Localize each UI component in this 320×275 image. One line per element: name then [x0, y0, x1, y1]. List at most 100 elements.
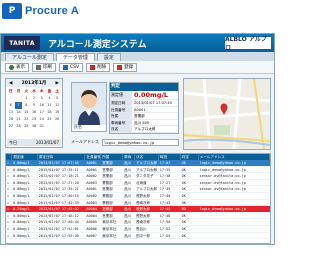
calendar-day[interactable]: 30 [30, 123, 38, 130]
table-row[interactable]: ☐ 0.00mg/L 2013/01/07 17:15:11 A0001 営業部 品川 アル… [6, 167, 270, 174]
table-row[interactable]: ☐ 0.00mg/L 2013/01/07 17:42:33 A0003 業務部 品川 長崎… [6, 200, 270, 207]
table-row[interactable]: ☐ 0.00mg/L 2013/01/07 17:07:45 A0001 営業部 品川 アル… [6, 160, 270, 167]
calendar-day[interactable]: 28 [15, 123, 23, 130]
table-row[interactable]: ☐ 0.00mg/L 2013/01/07 17:50:44 A0005 東京本社 品川長… [6, 219, 270, 226]
table-cell: 17:15 [159, 167, 171, 172]
result-header-label: 判定 [111, 84, 120, 89]
table-cell: 品川 [124, 174, 132, 179]
calendar-day[interactable]: 13 [7, 109, 15, 116]
calendar-day[interactable]: 12 [53, 102, 61, 109]
print-button[interactable]: 印刷 [32, 62, 56, 72]
table-cell: NG [181, 207, 186, 212]
table-cell: A0001 [86, 187, 97, 192]
result-header: 判定 [110, 83, 178, 91]
table-cell: 長野太郎 [135, 213, 150, 218]
table-row[interactable]: ☐ 0.00mg/L 2013/01/07 17:52:01 A0006 東京本社 品川長… [6, 226, 270, 233]
calendar-day[interactable]: 24 [38, 116, 46, 123]
table-cell: 0.00mg/L [12, 200, 30, 205]
table-cell: A0001 [86, 167, 97, 172]
calendar-day[interactable]: 9 [30, 102, 38, 109]
toolbar: 表示 印刷 CSV 削除 登録 [1, 61, 274, 74]
location-map[interactable] [183, 78, 271, 150]
records-table: 測定値 測定日時 社員番号 所属 車両 氏名 時刻 判定 メールアドレス ☐ 0.00mg/L 20… [5, 153, 271, 244]
calendar-prev-icon[interactable]: ◀ [9, 81, 12, 86]
calendar-day[interactable]: 2 [30, 95, 38, 102]
table-cell: 17:40 [159, 193, 171, 198]
table-cell: 0.25mg/L [12, 207, 30, 212]
calendar-day[interactable]: 6 [7, 102, 15, 109]
calendar-day[interactable]: 23 [30, 116, 38, 123]
calendar-day[interactable]: 29 [22, 123, 30, 130]
calendar-day [7, 95, 15, 102]
calendar-day[interactable]: 8 [22, 102, 30, 109]
table-row[interactable]: ☐ 0.00mg/L 2013/01/07 17:48:12 A0004 営業部 品川 長野… [6, 213, 270, 220]
table-cell: 0.00mg/L [12, 233, 30, 238]
table-row[interactable]: ☐ 0.25mg/L 2013/01/07 17:45:02 A0004 営業部 品川 長野… [6, 206, 270, 213]
table-row[interactable]: ☐ 0.00mg/L 2013/01/07 17:18:21 A0002 営業部 品川 タニ… [6, 173, 270, 180]
table-cell: 2013/01/07 17:42:33 [38, 200, 79, 205]
table-cell: 0.00mg/L [12, 167, 30, 172]
calendar: ◀ 2013年1月 ▶ 日月火水木金土 1 2 3 4 5 6 7 8 9 10 11 12 13 14 15… [5, 78, 63, 148]
table-cell: A0002 [86, 193, 97, 198]
tab-measure[interactable]: アルコール測定 [5, 53, 54, 61]
table-cell: 品川 [124, 207, 132, 212]
view-button[interactable]: 表示 [5, 62, 29, 72]
calendar-day[interactable]: 17 [38, 109, 46, 116]
table-cell: 長野太郎 [135, 207, 150, 212]
calendar-day[interactable]: 5 [53, 95, 61, 102]
result-key: 社員番号 [110, 106, 132, 112]
calendar-next-icon[interactable]: ▶ [56, 81, 59, 86]
result-value: 2013/01/07 17:07:45 [134, 101, 172, 105]
table-cell: 品川 [124, 226, 132, 231]
table-cell: 長野太郎 [135, 193, 150, 198]
calendar-day[interactable]: 7 [14, 102, 23, 109]
table-cell: 17:55 [159, 233, 171, 238]
calendar-day[interactable]: 4 [46, 95, 54, 102]
table-cell: 業務部 [102, 200, 113, 205]
table-cell: 2013/01/07 17:27:20 [38, 180, 79, 185]
calendar-day[interactable]: 20 [7, 116, 15, 123]
delete-button-label: 削除 [97, 65, 107, 70]
printer-icon [36, 64, 41, 70]
table-cell: 田中一郎 [135, 233, 150, 238]
table-cell: 品川 [124, 213, 132, 218]
calendar-day[interactable]: 3 [38, 95, 46, 102]
calendar-day[interactable]: 19 [53, 109, 61, 116]
view-icon [9, 64, 14, 70]
calendar-day[interactable]: 26 [53, 116, 61, 123]
calendar-weekday: 月 [16, 89, 21, 93]
tab-data-management[interactable]: データ管理 [55, 53, 95, 61]
table-row[interactable]: ☐ 0.00mg/L 2013/01/07 17:35:21 A0001 営業部 品川 アル… [6, 186, 270, 193]
calendar-day[interactable]: 18 [46, 109, 54, 116]
calendar-day[interactable]: 27 [7, 123, 15, 130]
delete-button[interactable]: 削除 [86, 62, 111, 72]
table-cell: 品川 [124, 233, 132, 238]
register-button[interactable]: 登録 [113, 62, 138, 72]
calendar-day[interactable]: 22 [22, 116, 30, 123]
table-cell: OK [181, 180, 186, 185]
calendar-day[interactable]: 1 [22, 95, 30, 102]
table-cell: OK [181, 233, 186, 238]
table-cell: OK [181, 226, 186, 231]
table-cell: OK [181, 167, 186, 172]
calendar-today-button[interactable]: 今日 [9, 140, 17, 146]
table-row[interactable]: ☐ 0.00mg/L 2013/01/07 17:27:20 A0003 業務部 品川 北海… [6, 180, 270, 187]
table-row[interactable]: ☐ 0.00mg/L 2013/01/07 17:55:30 A0007 東京本社 品川田… [6, 233, 270, 240]
calendar-day[interactable]: 31 [38, 123, 46, 130]
email-row: メールアドレス logic_demo@yahoo.co.jp [71, 138, 179, 146]
table-row[interactable]: ☐ 0.00mg/L 2013/01/07 17:40:15 A0002 業務部 品川 長野… [6, 193, 270, 200]
table-cell: 品川 [124, 161, 132, 165]
calendar-day[interactable]: 21 [15, 116, 23, 123]
calendar-day[interactable]: 25 [46, 116, 54, 123]
calendar-day[interactable]: 10 [38, 102, 46, 109]
calendar-day[interactable]: 11 [46, 102, 54, 109]
calendar-grid: 日月火水木金土 1 2 3 4 5 6 7 8 9 10 11 12 13 14 15 16 17 18 19 20 21… [6, 87, 62, 131]
tab-settings[interactable]: 設定 [96, 53, 121, 61]
calendar-day[interactable]: 14 [15, 109, 23, 116]
calendar-day[interactable]: 16 [30, 109, 38, 116]
calendar-day[interactable]: 15 [22, 109, 30, 116]
email-field[interactable]: logic_demo@yahoo.co.jp [102, 138, 179, 146]
table-cell: 2013/01/07 17:15:11 [38, 167, 79, 172]
table-cell: 品川 [124, 220, 132, 225]
csv-button[interactable]: CSV [59, 62, 84, 72]
